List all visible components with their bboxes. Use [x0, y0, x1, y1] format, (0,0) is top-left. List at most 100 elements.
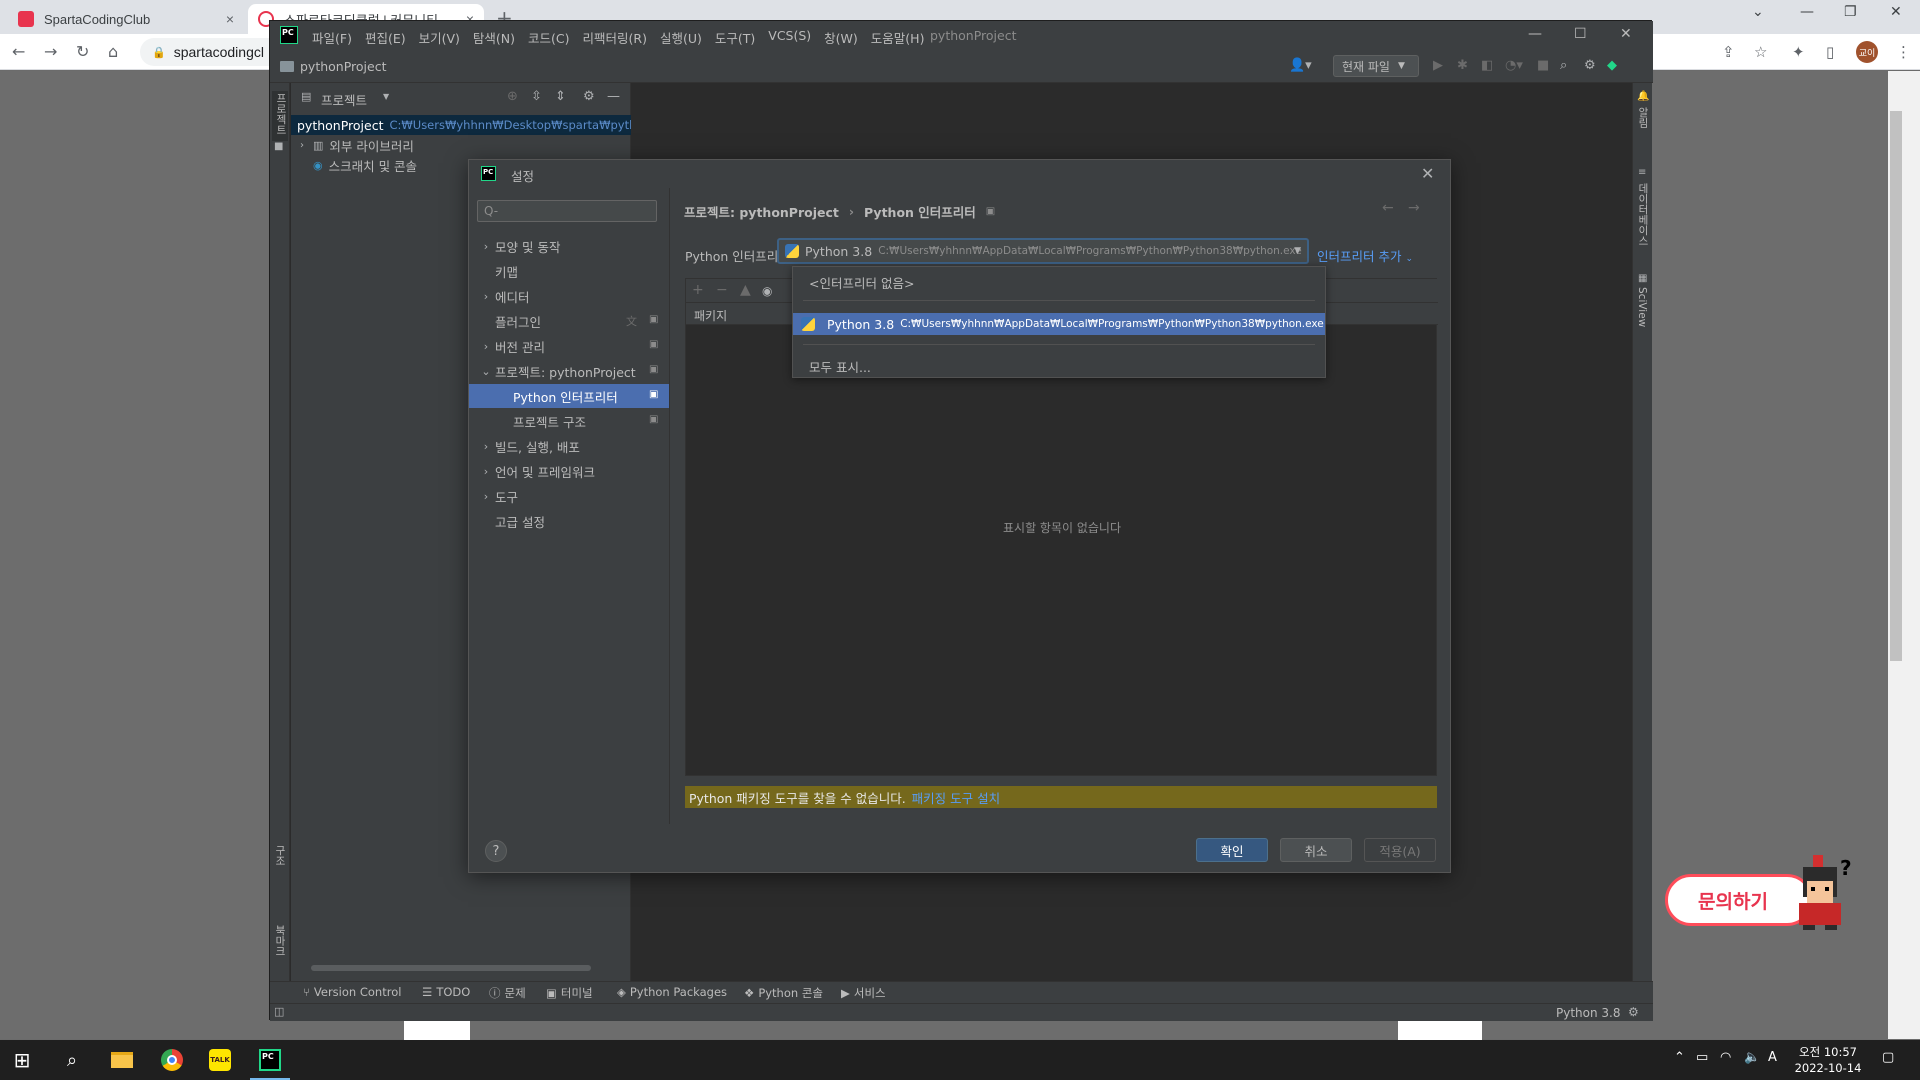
- sidebar-item-build[interactable]: › 빌드, 실행, 배포: [469, 434, 669, 458]
- taskbar-clock[interactable]: 오전 10:57 2022-10-14: [1780, 1044, 1876, 1076]
- ime-indicator[interactable]: A: [1768, 1050, 1777, 1065]
- add-package-icon[interactable]: +: [692, 282, 704, 298]
- chevron-down-icon[interactable]: ▼: [383, 92, 389, 101]
- share-icon[interactable]: ⇪: [1722, 43, 1735, 61]
- settings-search-input[interactable]: Q-: [477, 200, 657, 222]
- cancel-button[interactable]: 취소: [1280, 838, 1352, 862]
- sidebar-item-project-structure[interactable]: 프로젝트 구조 ▣: [469, 409, 669, 433]
- ok-button[interactable]: 확인: [1196, 838, 1268, 862]
- battery-icon[interactable]: ▭: [1696, 1050, 1708, 1065]
- profile-icon[interactable]: ◔▾: [1505, 58, 1523, 73]
- interpreter-settings-icon[interactable]: ⚙: [1628, 1005, 1639, 1019]
- notification-center-icon[interactable]: ▢: [1882, 1050, 1894, 1065]
- project-panel-scrollbar[interactable]: [311, 965, 591, 971]
- project-tool-button[interactable]: 프로젝트: [272, 91, 288, 141]
- bookmark-star-icon[interactable]: ☆: [1754, 43, 1767, 61]
- expand-all-icon[interactable]: ⇳: [531, 89, 542, 104]
- tree-item-external-libraries[interactable]: › ▥ 외부 라이브러리: [291, 135, 631, 155]
- locate-icon[interactable]: ⊕: [507, 89, 518, 104]
- stop-icon[interactable]: ■: [1537, 58, 1549, 73]
- dropdown-option-no-interpreter[interactable]: <인터프리터 없음>: [793, 271, 1325, 293]
- minimize-icon[interactable]: —: [1800, 4, 1814, 20]
- gear-icon[interactable]: ⚙: [1584, 58, 1596, 73]
- back-icon[interactable]: ←: [1382, 200, 1394, 216]
- tray-overflow-icon[interactable]: ⌃: [1674, 1050, 1685, 1065]
- close-tab-icon[interactable]: ×: [226, 11, 234, 27]
- search-icon[interactable]: ⌕: [1560, 58, 1567, 73]
- tree-item-project-root[interactable]: pythonProject C:₩Users₩yhhnn₩Desktop₩spa…: [291, 115, 631, 135]
- chevron-right-icon[interactable]: ›: [477, 240, 495, 253]
- chevron-right-icon[interactable]: ›: [477, 340, 495, 353]
- chevron-right-icon[interactable]: ›: [477, 465, 495, 478]
- sidebar-item-python-interpreter[interactable]: Python 인터프리터 ▣: [469, 384, 669, 408]
- start-button[interactable]: ⊞: [8, 1046, 36, 1074]
- sidebar-item-appearance[interactable]: › 모양 및 동작: [469, 234, 669, 258]
- menu-tools[interactable]: 도구(T): [715, 28, 755, 47]
- run-icon[interactable]: ▶: [1433, 58, 1443, 73]
- layout-icon[interactable]: ◫: [274, 1005, 284, 1018]
- menu-help[interactable]: 도움말(H): [871, 28, 925, 47]
- menu-file[interactable]: 파일(F): [312, 28, 352, 47]
- reload-icon[interactable]: ↻: [76, 42, 89, 61]
- wifi-icon[interactable]: ◠: [1720, 1050, 1731, 1065]
- bookmarks-tool-button[interactable]: 북마크: [273, 925, 288, 957]
- install-packaging-tools-link[interactable]: 패키징 도구 설치: [912, 788, 1000, 807]
- sidebar-item-tools[interactable]: › 도구: [469, 484, 669, 508]
- tab-python-console[interactable]: ❖ Python 콘솔: [744, 985, 823, 1001]
- home-icon[interactable]: ⌂: [108, 42, 118, 61]
- menu-view[interactable]: 보기(V): [419, 28, 460, 47]
- profile-avatar[interactable]: 교이: [1856, 41, 1878, 63]
- menu-edit[interactable]: 편집(E): [365, 28, 406, 47]
- upgrade-package-icon[interactable]: ▲: [740, 282, 751, 298]
- remove-package-icon[interactable]: −: [716, 282, 728, 298]
- hide-panel-icon[interactable]: —: [607, 89, 620, 104]
- gear-icon[interactable]: ⚙: [583, 89, 595, 104]
- close-window-icon[interactable]: ✕: [1620, 26, 1632, 42]
- page-scrollbar-thumb[interactable]: [1890, 111, 1902, 661]
- status-interpreter[interactable]: Python 3.8: [1556, 1006, 1621, 1020]
- chevron-right-icon[interactable]: ›: [477, 440, 495, 453]
- interpreter-select[interactable]: Python 3.8 C:₩Users₩yhhnn₩AppData₩Local₩…: [777, 238, 1309, 264]
- pycharm-taskbar-icon[interactable]: PC: [256, 1046, 284, 1074]
- browser-menu-icon[interactable]: ⋮: [1896, 43, 1911, 61]
- sciview-tool-button[interactable]: SciView: [1636, 287, 1648, 327]
- sidebar-item-version-control[interactable]: › 버전 관리 ▣: [469, 334, 669, 358]
- forward-icon[interactable]: →: [1408, 200, 1420, 216]
- add-interpreter-link[interactable]: 인터프리터 추가 ⌄: [1317, 246, 1413, 265]
- tab-services[interactable]: ▶ 서비스: [841, 985, 886, 1001]
- collapse-all-icon[interactable]: ⇕: [555, 89, 566, 104]
- maximize-icon[interactable]: ☐: [1574, 26, 1587, 42]
- sidebar-item-languages[interactable]: › 언어 및 프레임워크: [469, 459, 669, 483]
- sidebar-item-keymap[interactable]: 키맵: [469, 259, 669, 283]
- menu-vcs[interactable]: VCS(S): [768, 28, 811, 47]
- chevron-right-icon[interactable]: ›: [477, 490, 495, 503]
- tab-python-packages[interactable]: ◈ Python Packages: [617, 985, 727, 999]
- eye-icon[interactable]: ◉: [762, 284, 772, 298]
- extensions-icon[interactable]: ✦: [1792, 43, 1805, 61]
- close-icon[interactable]: ✕: [1421, 164, 1434, 183]
- tab-problems[interactable]: ⓘ 문제: [489, 985, 526, 1001]
- breadcrumb-item[interactable]: 프로젝트: pythonProject: [684, 202, 839, 221]
- chevron-down-icon[interactable]: ⌄: [477, 365, 495, 378]
- menu-refactor[interactable]: 리팩터링(R): [583, 28, 647, 47]
- restore-icon[interactable]: ❐: [1844, 4, 1857, 20]
- tab-search-icon[interactable]: ⌄: [1752, 4, 1764, 20]
- volume-icon[interactable]: 🔈: [1744, 1050, 1760, 1065]
- sidebar-item-project[interactable]: ⌄ 프로젝트: pythonProject ▣: [469, 359, 669, 383]
- run-config-select[interactable]: 현재 파일 ▼: [1333, 55, 1419, 77]
- side-panel-icon[interactable]: ▯: [1826, 43, 1834, 61]
- project-panel-title[interactable]: 프로젝트: [321, 90, 367, 109]
- browser-tab-spartacodingclub[interactable]: SpartaCodingClub ×: [8, 4, 244, 34]
- close-window-icon[interactable]: ✕: [1890, 4, 1902, 20]
- chevron-right-icon[interactable]: ›: [291, 140, 313, 151]
- search-button[interactable]: ⌕: [58, 1046, 86, 1074]
- sidebar-item-editor[interactable]: › 에디터: [469, 284, 669, 308]
- menu-code[interactable]: 코드(C): [528, 28, 569, 47]
- menu-navigate[interactable]: 탐색(N): [473, 28, 515, 47]
- menu-run[interactable]: 실행(U): [660, 28, 702, 47]
- column-header-package[interactable]: 패키지: [694, 307, 727, 324]
- kakaotalk-icon[interactable]: TALK: [206, 1046, 234, 1074]
- back-icon[interactable]: ←: [12, 42, 25, 61]
- page-scrollbar[interactable]: [1888, 71, 1920, 1039]
- user-icon[interactable]: 👤▾: [1289, 58, 1312, 73]
